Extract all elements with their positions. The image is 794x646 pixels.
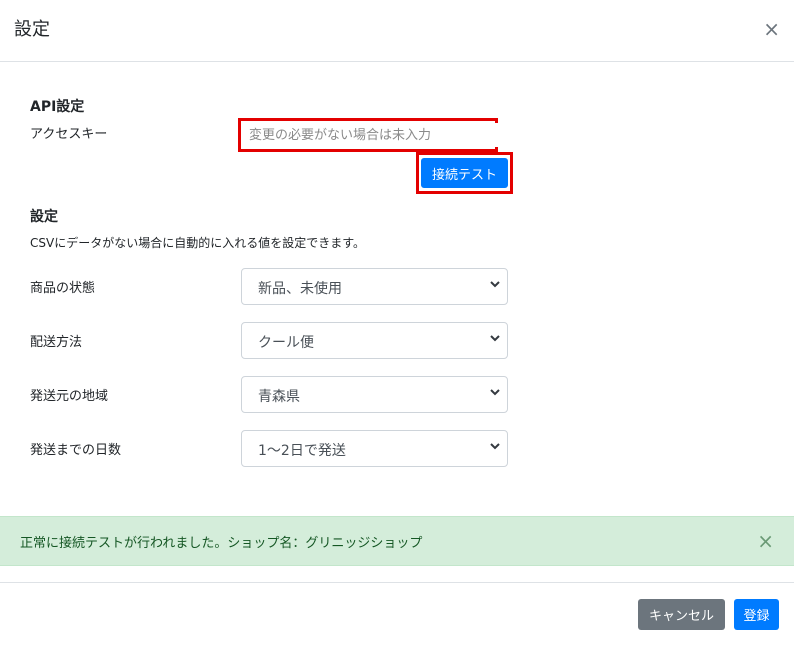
settings-modal: 設定 × API設定 アクセスキー 接続テスト 設定 CSVにデータがない場合に… [0, 0, 794, 646]
access-key-highlight [238, 118, 505, 152]
close-icon[interactable]: × [757, 529, 774, 553]
field-label-condition: 商品の状態 [30, 281, 96, 296]
cancel-button[interactable]: キャンセル [638, 599, 725, 630]
access-key-input[interactable] [243, 123, 505, 147]
modal-header: 設定 × [0, 0, 794, 62]
origin-region-select[interactable]: 青森県 [241, 376, 508, 413]
connection-test-highlight: 接続テスト [416, 152, 513, 194]
chevron-down-icon [490, 281, 500, 288]
chevron-down-icon [490, 335, 500, 342]
chevron-down-icon [490, 389, 500, 396]
settings-section-title: 設定 [30, 209, 58, 225]
field-label-days-to-ship: 発送までの日数 [30, 443, 122, 458]
condition-select[interactable]: 新品、未使用 [241, 268, 508, 305]
origin-region-select-value: 青森県 [258, 389, 300, 405]
close-icon[interactable]: × [763, 17, 780, 41]
field-label-origin-region: 発送元の地域 [30, 389, 109, 404]
chevron-down-icon [490, 443, 500, 450]
modal-title: 設定 [14, 19, 50, 40]
access-key-label: アクセスキー [30, 127, 108, 142]
settings-description: CSVにデータがない場合に自動的に入れる値を設定できます。 [30, 236, 366, 250]
field-label-shipping-method: 配送方法 [30, 335, 83, 350]
success-alert: 正常に接続テストが行われました。ショップ名：グリニッジショップ × [0, 516, 794, 566]
days-to-ship-select[interactable]: 1〜2日で発送 [241, 430, 508, 467]
api-section-title: API設定 [30, 99, 85, 115]
save-button[interactable]: 登録 [734, 599, 779, 630]
shipping-method-select[interactable]: クール便 [241, 322, 508, 359]
connection-test-button[interactable]: 接続テスト [421, 158, 508, 188]
footer-divider [0, 582, 794, 583]
alert-message: 正常に接続テストが行われました。ショップ名：グリニッジショップ [20, 536, 423, 551]
shipping-method-select-value: クール便 [258, 335, 314, 351]
days-to-ship-select-value: 1〜2日で発送 [258, 443, 346, 459]
condition-select-value: 新品、未使用 [258, 281, 342, 297]
